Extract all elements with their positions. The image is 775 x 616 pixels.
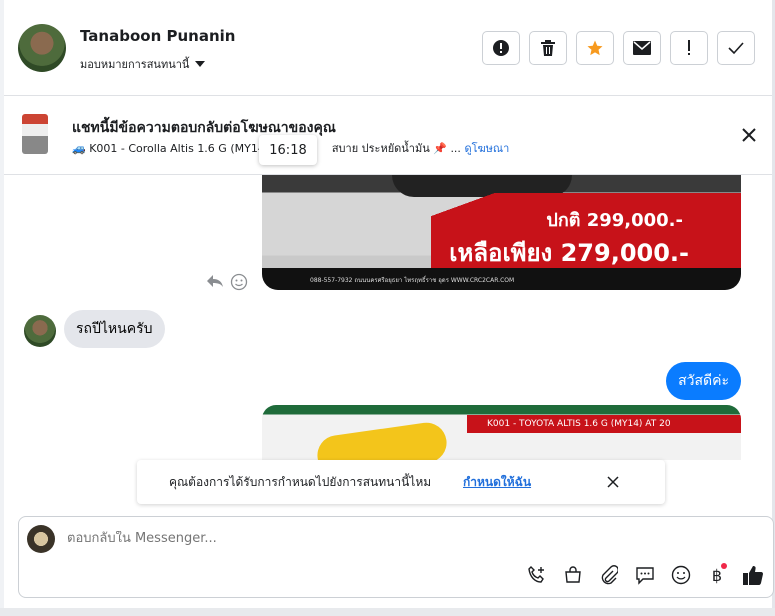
thumbs-up-icon [743, 566, 763, 585]
alert-icon [493, 40, 509, 56]
car-model-banner: K001 - TOYOTA ALTIS 1.6 G (MY14) AT 20 [467, 415, 741, 433]
payment-button[interactable]: ฿ [705, 563, 729, 587]
close-icon[interactable] [605, 474, 621, 490]
ad-subtitle-prefix: 🚙 K001 - Corolla Altis 1.6 G (MY14 [72, 142, 265, 155]
saved-replies-button[interactable] [633, 563, 657, 587]
car-image-message-2[interactable]: K001 - TOYOTA ALTIS 1.6 G (MY14) AT 20 [262, 405, 741, 460]
close-icon[interactable] [740, 126, 758, 144]
assign-dropdown[interactable]: มอบหมายการสนทนานี้ [80, 55, 206, 73]
call-button[interactable] [525, 563, 549, 587]
delete-button[interactable] [529, 31, 567, 65]
ad-subtitle-suffix: สบาย ประหยัดน้ำมัน 📌 ... [331, 142, 461, 155]
assign-label: มอบหมายการสนทนานี้ [80, 58, 190, 71]
exclamation-icon [688, 40, 690, 55]
assign-suggestion-popup: คุณต้องการได้รับการกำหนดไปยังการสนทนานี้… [137, 460, 665, 504]
chat-bubble-icon [636, 567, 654, 585]
email-button[interactable] [623, 31, 661, 65]
normal-price: ปกติ 299,000.- [546, 210, 683, 231]
timestamp-tooltip: 16:18 [259, 135, 317, 165]
paperclip-icon [601, 565, 618, 585]
check-icon [728, 42, 744, 55]
star-button[interactable] [576, 31, 614, 65]
image-footer-text: 088-557-7932 ถนนนครศรีอยุธยา ไทรฤทธิ์ราช… [310, 277, 515, 284]
bag-icon [565, 566, 581, 583]
baht-icon: ฿ [711, 565, 723, 585]
bottom-edge [0, 608, 775, 616]
emoji-react-icon[interactable] [230, 273, 248, 291]
assign-suggestion-text: คุณต้องการได้รับการกำหนดไปยังการสนทนานี้… [169, 475, 432, 489]
conversation-header: Tanaboon Punanin มอบหมายการสนทนานี้ [4, 0, 772, 96]
phone-plus-icon [528, 566, 544, 583]
star-icon [587, 40, 603, 56]
assign-to-me-link[interactable]: กำหนดให้ฉัน [463, 473, 531, 492]
message-composer: ฿ [18, 516, 774, 598]
ad-reply-banner: แชทนี้มีข้อความตอบกลับต่อโฆษณาของคุณ 🚙 K… [4, 96, 772, 175]
reply-input[interactable] [67, 531, 467, 546]
shop-button[interactable] [561, 563, 585, 587]
car-ad-image-message[interactable]: ปกติ 299,000.- เหลือเพียง 279,000.- 088-… [262, 175, 741, 290]
sale-price: เหลือเพียง 279,000.- [449, 239, 689, 267]
emoji-icon [671, 565, 691, 585]
view-ad-link[interactable]: ดูโฆษณา [464, 142, 509, 155]
contact-avatar[interactable] [18, 24, 66, 72]
outgoing-message[interactable]: สวัสดีค่ะ [666, 362, 741, 400]
reply-icon[interactable] [206, 273, 224, 289]
envelope-icon [633, 41, 651, 55]
header-actions [482, 31, 755, 65]
page-avatar [27, 525, 55, 553]
done-button[interactable] [717, 31, 755, 65]
contact-name[interactable]: Tanaboon Punanin [80, 27, 235, 45]
emoji-button[interactable] [669, 563, 693, 587]
sender-avatar[interactable] [24, 315, 56, 347]
message-thread[interactable]: ปกติ 299,000.- เหลือเพียง 279,000.- 088-… [4, 175, 772, 460]
image-footer: 088-557-7932 ถนนนครศรีอยุธยา ไทรฤทธิ์ราช… [262, 268, 741, 290]
trash-icon [541, 40, 555, 56]
composer-tools: ฿ [525, 563, 765, 587]
report-button[interactable] [482, 31, 520, 65]
promo-logo [314, 420, 450, 460]
follow-up-button[interactable] [670, 31, 708, 65]
ad-thumbnail[interactable] [22, 114, 48, 154]
incoming-message[interactable]: รถปีไหนครับ [64, 310, 165, 348]
notification-dot [721, 563, 727, 569]
attach-button[interactable] [597, 563, 621, 587]
like-button[interactable] [741, 563, 765, 587]
caret-down-icon [195, 61, 206, 67]
